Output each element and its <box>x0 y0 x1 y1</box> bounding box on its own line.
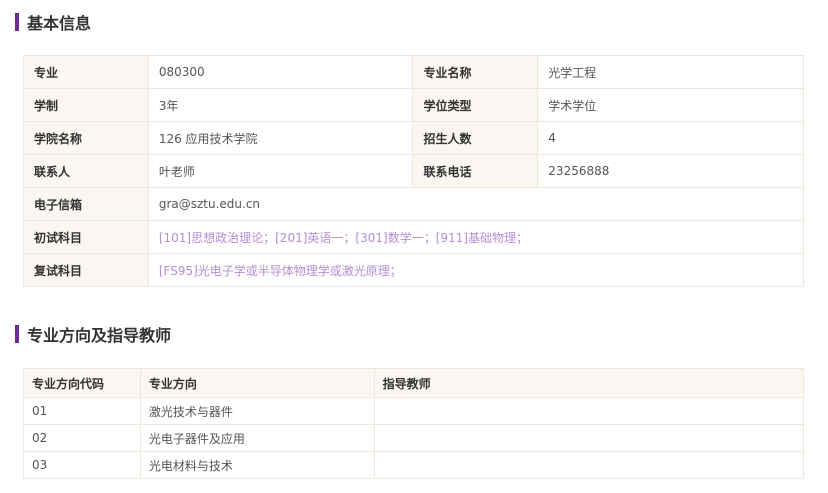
major-code-label: 专业 <box>23 55 149 89</box>
email-value: gra@sztu.edu.cn <box>147 187 805 221</box>
header-direction: 专业方向 <box>139 368 375 398</box>
directions-title: 专业方向及指导教师 <box>27 326 172 345</box>
college-label: 学院名称 <box>23 121 149 155</box>
table-row: 电子信箱 gra@sztu.edu.cn <box>23 187 805 221</box>
directions-table: 专业方向代码 专业方向 指导教师 01 激光技术与器件 02 光电子器件及应用 … <box>23 368 805 479</box>
enrollment-label: 招生人数 <box>412 121 539 155</box>
contact-label: 联系人 <box>23 154 149 188</box>
retest-subject-link[interactable]: [FS95]光电子学或半导体物理学或激光原理 <box>159 264 390 278</box>
direction-code: 03 <box>23 451 141 479</box>
degree-type-label: 学位类型 <box>412 88 539 122</box>
prelim-subject-link[interactable]: [911]基础物理 <box>436 231 516 245</box>
section-accent-bar <box>15 13 19 31</box>
phone-value: 23256888 <box>537 154 804 188</box>
table-row: 初试科目 [101]思想政治理论；[201]英语一；[301]数学一；[911]… <box>23 220 805 254</box>
prelim-subjects-label: 初试科目 <box>23 220 149 254</box>
college-value: 126 应用技术学院 <box>147 121 414 155</box>
direction-code: 02 <box>23 424 141 452</box>
table-row: 复试科目 [FS95]光电子学或半导体物理学或激光原理； <box>23 253 805 287</box>
prelim-subject-link[interactable]: [301]数学一 <box>355 231 423 245</box>
basic-info-table: 专业 080300 专业名称 光学工程 学制 3年 学位类型 学术学位 学院名称… <box>23 55 805 287</box>
prelim-subject-link[interactable]: [101]思想政治理论 <box>159 231 263 245</box>
retest-subjects-label: 复试科目 <box>23 253 149 287</box>
contact-value: 叶老师 <box>147 154 414 188</box>
enrollment-value: 4 <box>537 121 804 155</box>
table-row: 03 光电材料与技术 <box>23 451 805 479</box>
direction-name: 激光技术与器件 <box>139 397 375 425</box>
major-name-label: 专业名称 <box>412 55 539 89</box>
direction-advisor <box>373 397 805 425</box>
table-row: 02 光电子器件及应用 <box>23 424 805 452</box>
direction-advisor <box>373 424 805 452</box>
basic-info-title: 基本信息 <box>27 14 92 33</box>
retest-subjects-value: [FS95]光电子学或半导体物理学或激光原理； <box>147 253 805 287</box>
email-label: 电子信箱 <box>23 187 149 221</box>
header-advisor: 指导教师 <box>373 368 805 398</box>
direction-name: 光电材料与技术 <box>139 451 375 479</box>
prelim-subject-link[interactable]: [201]英语一 <box>275 231 343 245</box>
header-direction-code: 专业方向代码 <box>23 368 141 398</box>
table-row: 学制 3年 学位类型 学术学位 <box>23 88 804 122</box>
direction-name: 光电子器件及应用 <box>139 424 375 452</box>
degree-type-value: 学术学位 <box>537 88 804 122</box>
section-accent-bar <box>15 325 19 343</box>
direction-code: 01 <box>23 397 141 425</box>
phone-label: 联系电话 <box>412 154 539 188</box>
prelim-subjects-value: [101]思想政治理论；[201]英语一；[301]数学一；[911]基础物理； <box>147 220 805 254</box>
direction-advisor <box>373 451 805 479</box>
directions-heading: 专业方向及指导教师 <box>15 324 172 345</box>
table-row: 联系人 叶老师 联系电话 23256888 <box>23 154 804 188</box>
major-code-value: 080300 <box>147 55 414 89</box>
duration-value: 3年 <box>147 88 414 122</box>
table-header-row: 专业方向代码 专业方向 指导教师 <box>23 368 805 398</box>
table-row: 学院名称 126 应用技术学院 招生人数 4 <box>23 121 804 155</box>
duration-label: 学制 <box>23 88 149 122</box>
basic-info-heading: 基本信息 <box>15 12 92 33</box>
table-row: 01 激光技术与器件 <box>23 397 805 425</box>
major-name-value: 光学工程 <box>537 55 804 89</box>
table-row: 专业 080300 专业名称 光学工程 <box>23 55 804 89</box>
